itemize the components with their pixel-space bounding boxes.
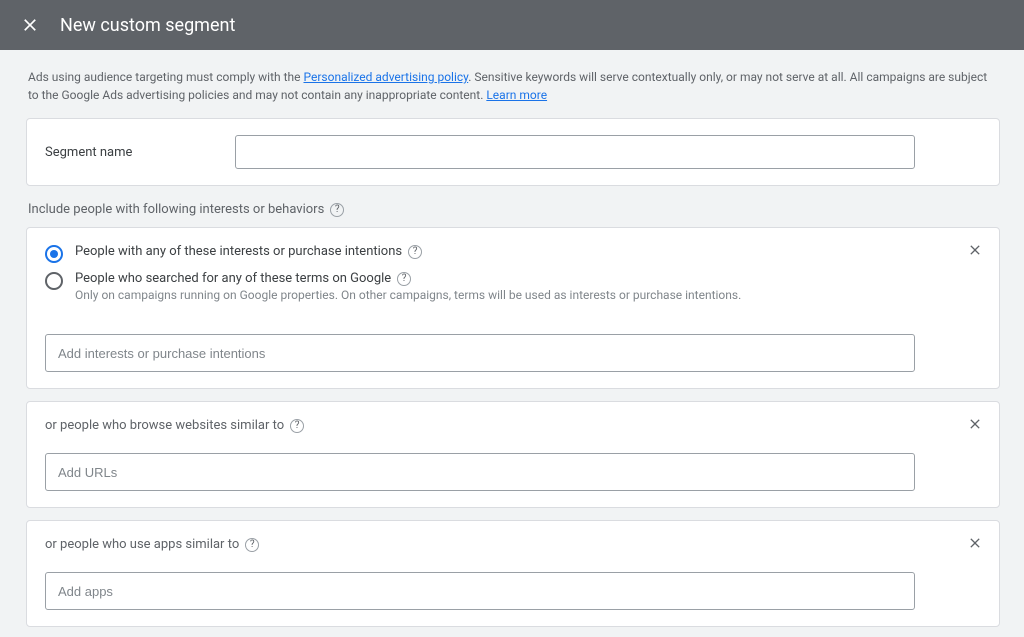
radio-interests[interactable] — [45, 245, 63, 263]
close-icon — [967, 416, 983, 432]
radio-search-subtext: Only on campaigns running on Google prop… — [75, 288, 741, 302]
radio2-text: People who searched for any of these ter… — [75, 271, 391, 286]
radio-group: People with any of these interests or pu… — [45, 244, 981, 302]
apps-input[interactable] — [45, 572, 915, 610]
websites-heading: or people who browse websites similar to… — [45, 418, 981, 433]
help-icon[interactable]: ? — [245, 538, 259, 552]
websites-close-button[interactable] — [965, 414, 985, 434]
header-bar: New custom segment — [0, 0, 1024, 50]
close-icon — [967, 242, 983, 258]
close-icon — [20, 15, 40, 35]
interests-close-button[interactable] — [965, 240, 985, 260]
apps-heading-text: or people who use apps similar to — [45, 537, 239, 552]
close-icon — [967, 535, 983, 551]
apps-close-button[interactable] — [965, 533, 985, 553]
websites-input[interactable] — [45, 453, 915, 491]
content-area: Ads using audience targeting must comply… — [0, 50, 1024, 627]
segment-name-card: Segment name — [26, 118, 1000, 186]
help-icon[interactable]: ? — [330, 203, 344, 217]
apps-heading: or people who use apps similar to ? — [45, 537, 981, 552]
help-icon[interactable]: ? — [397, 272, 411, 286]
radio-row-interests[interactable]: People with any of these interests or pu… — [45, 244, 981, 263]
radio1-text: People with any of these interests or pu… — [75, 244, 402, 259]
segment-name-input[interactable] — [235, 135, 915, 169]
policy-link-personalized[interactable]: Personalized advertising policy — [303, 70, 468, 84]
interests-input[interactable] — [45, 334, 915, 372]
radio-search[interactable] — [45, 272, 63, 290]
policy-text: Ads using audience targeting must comply… — [4, 50, 1022, 118]
segment-name-label: Segment name — [45, 145, 235, 160]
websites-card: or people who browse websites similar to… — [26, 401, 1000, 508]
radio-search-label: People who searched for any of these ter… — [75, 271, 741, 286]
page-title: New custom segment — [60, 15, 235, 36]
websites-heading-text: or people who browse websites similar to — [45, 418, 284, 433]
close-button[interactable] — [18, 13, 42, 37]
policy-link-learnmore[interactable]: Learn more — [486, 88, 547, 102]
apps-card: or people who use apps similar to ? — [26, 520, 1000, 627]
interests-card: People with any of these interests or pu… — [26, 227, 1000, 389]
include-section-label: Include people with following interests … — [28, 202, 1000, 217]
include-label-text: Include people with following interests … — [28, 202, 324, 217]
radio-row-search[interactable]: People who searched for any of these ter… — [45, 271, 981, 302]
help-icon[interactable]: ? — [408, 245, 422, 259]
policy-prefix: Ads using audience targeting must comply… — [28, 70, 303, 84]
help-icon[interactable]: ? — [290, 419, 304, 433]
radio-interests-label: People with any of these interests or pu… — [75, 244, 422, 259]
